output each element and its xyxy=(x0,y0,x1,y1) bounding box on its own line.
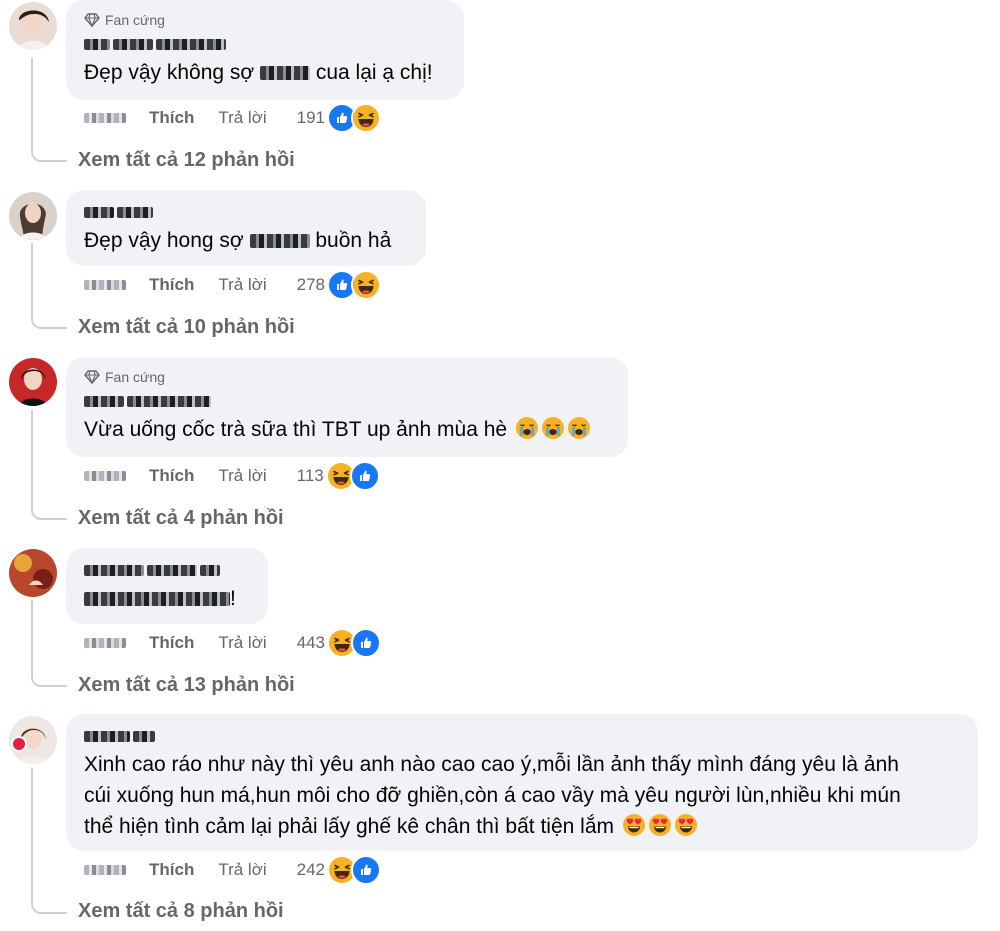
comment-bubble: Xinh cao ráo như này thì yêu anh nào cao… xyxy=(66,714,978,851)
diamond-icon xyxy=(84,369,100,385)
diamond-icon xyxy=(84,12,100,28)
reaction-summary[interactable] xyxy=(327,270,382,300)
comment-bubble: ! xyxy=(66,548,268,624)
crying-face-icon xyxy=(567,416,591,440)
comment-actions: Thích Trả lời 113 xyxy=(84,461,380,491)
reply-button[interactable]: Trả lời xyxy=(218,860,266,880)
avatar[interactable] xyxy=(9,192,57,240)
comment-bubble: Fan cứng Đẹp vậy không sợ cua lại ạ chị! xyxy=(66,0,464,100)
like-button[interactable]: Thích xyxy=(149,275,194,295)
like-button[interactable]: Thích xyxy=(149,860,194,880)
commenter-name[interactable] xyxy=(84,391,610,411)
thumbs-up-icon xyxy=(349,461,380,491)
comment-timestamp[interactable] xyxy=(84,471,128,481)
reply-button[interactable]: Trả lời xyxy=(218,275,266,295)
thread-connector xyxy=(31,315,67,329)
comment-text: Xinh cao ráo như này thì yêu anh nào cao… xyxy=(84,753,901,838)
reaction-count[interactable]: 278 xyxy=(297,275,325,295)
comment-actions: Thích Trả lời 278 xyxy=(84,270,382,300)
thread-line xyxy=(31,243,33,317)
reaction-summary[interactable] xyxy=(327,855,382,885)
avatar[interactable] xyxy=(9,358,57,406)
view-replies-link[interactable]: Xem tất cả 10 phản hồi xyxy=(78,312,295,342)
view-replies-link[interactable]: Xem tất cả 4 phản hồi xyxy=(78,503,284,533)
thumbs-up-icon xyxy=(351,855,382,885)
heart-eyes-face-icon xyxy=(648,813,672,837)
reply-button[interactable]: Trả lời xyxy=(218,108,266,128)
reaction-count[interactable]: 113 xyxy=(297,466,324,486)
crying-face-icon xyxy=(515,416,539,440)
top-fan-badge: Fan cứng xyxy=(84,367,610,387)
reaction-summary[interactable] xyxy=(325,461,380,491)
comment-actions: Thích Trả lời 443 xyxy=(84,628,382,658)
comment-text: ! xyxy=(84,583,250,614)
commenter-name[interactable] xyxy=(84,726,960,746)
comment-bubble: Đẹp vậy hong sợ buồn hả xyxy=(66,190,426,266)
comment-text: Đẹp vậy hong sợ buồn hả xyxy=(84,229,392,252)
badge-label: Fan cứng xyxy=(105,369,165,385)
thread-connector xyxy=(31,506,67,520)
comment-timestamp[interactable] xyxy=(84,280,128,290)
thread-line xyxy=(31,410,33,508)
thread-line xyxy=(31,600,33,675)
badge-label: Fan cứng xyxy=(105,12,165,28)
avatar[interactable] xyxy=(9,2,57,50)
heart-eyes-face-icon xyxy=(674,813,698,837)
thread-connector xyxy=(31,148,67,162)
heart-eyes-face-icon xyxy=(622,813,646,837)
like-button[interactable]: Thích xyxy=(149,633,194,653)
avatar[interactable] xyxy=(9,716,57,764)
thread-connector xyxy=(31,900,67,914)
comment-timestamp[interactable] xyxy=(84,638,128,648)
comment-actions: Thích Trả lời 191 xyxy=(84,103,382,133)
like-button[interactable]: Thích xyxy=(149,466,194,486)
view-replies-link[interactable]: Xem tất cả 13 phản hồi xyxy=(78,670,295,700)
thread-connector xyxy=(31,673,67,687)
commenter-name[interactable] xyxy=(84,202,408,222)
laughing-face-icon xyxy=(351,103,382,133)
reply-button[interactable]: Trả lời xyxy=(218,466,266,486)
comment-timestamp[interactable] xyxy=(84,113,128,123)
thread-line xyxy=(31,768,33,902)
comment-timestamp[interactable] xyxy=(84,865,128,875)
comment-text: Đẹp vậy không sợ cua lại ạ chị! xyxy=(84,61,433,84)
commenter-name[interactable] xyxy=(84,560,250,580)
thread-line xyxy=(31,58,33,150)
like-button[interactable]: Thích xyxy=(149,108,194,128)
crying-face-icon xyxy=(541,416,565,440)
reaction-summary[interactable] xyxy=(327,103,382,133)
laughing-face-icon xyxy=(351,270,382,300)
avatar[interactable] xyxy=(9,549,57,597)
reaction-count[interactable]: 443 xyxy=(297,633,325,653)
reaction-count[interactable]: 191 xyxy=(297,108,325,128)
thumbs-up-icon xyxy=(351,628,382,658)
view-replies-link[interactable]: Xem tất cả 8 phản hồi xyxy=(78,896,284,926)
commenter-name[interactable] xyxy=(84,34,446,54)
top-fan-badge: Fan cứng xyxy=(84,10,446,30)
comment-actions: Thích Trả lời 242 xyxy=(84,855,382,885)
reaction-summary[interactable] xyxy=(327,628,382,658)
reply-button[interactable]: Trả lời xyxy=(218,633,266,653)
view-replies-link[interactable]: Xem tất cả 12 phản hồi xyxy=(78,145,295,175)
status-indicator xyxy=(11,736,27,752)
comment-bubble: Fan cứng Vừa uống cốc trà sữa thì TBT up… xyxy=(66,357,628,457)
comment-text: Vừa uống cốc trà sữa thì TBT up ảnh mùa … xyxy=(84,414,610,445)
reaction-count[interactable]: 242 xyxy=(297,860,325,880)
